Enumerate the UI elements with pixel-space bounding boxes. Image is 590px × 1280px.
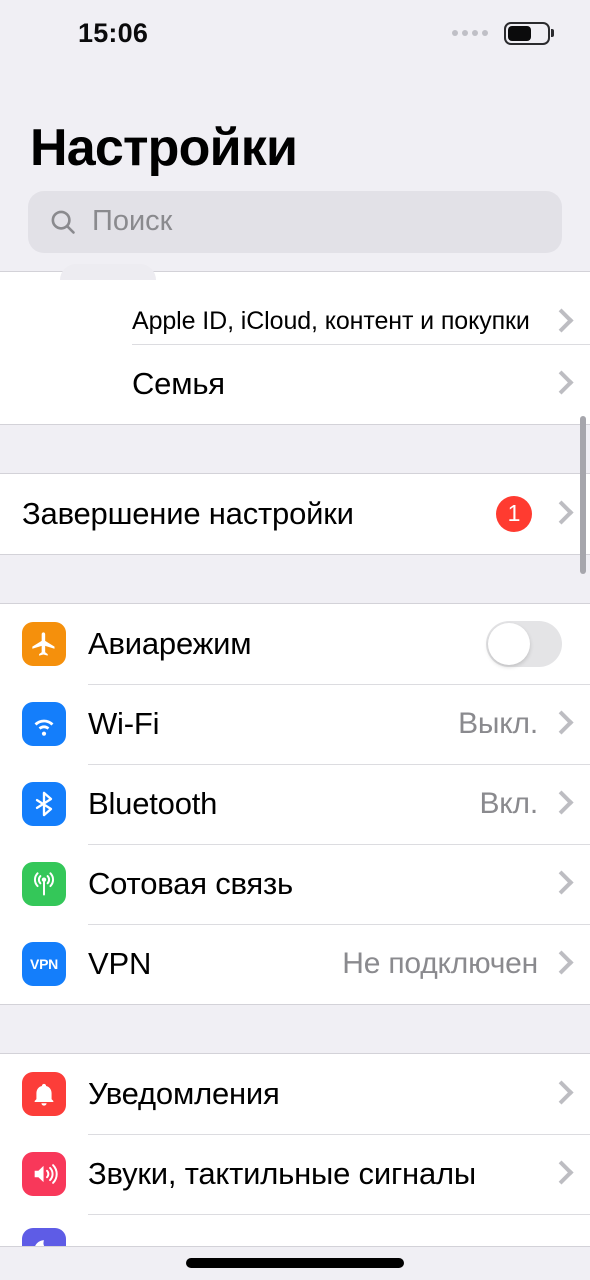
chevron-right-icon (552, 950, 568, 978)
bell-icon (22, 1071, 66, 1116)
chevron-right-icon (552, 1160, 568, 1188)
battery-icon (504, 21, 550, 45)
row-wifi-label: Wi-Fi (88, 705, 160, 741)
row-sounds-haptics-label: Звуки, тактильные сигналы (88, 1155, 476, 1191)
row-family[interactable]: Семья (0, 343, 590, 424)
airplane-mode-toggle[interactable] (486, 620, 562, 667)
status-bar: 15:06 (0, 0, 590, 66)
focus-icon (22, 1227, 66, 1246)
page-title: Настройки (30, 119, 298, 177)
row-finish-setup-label: Завершение настройки (22, 495, 354, 531)
section-connectivity: Авиарежим Wi-Fi Выкл. Bluetooth Вкл. Сот… (0, 602, 590, 1005)
navigation-bar: Настройки (0, 66, 590, 176)
cellular-icon (22, 861, 66, 906)
four-dots-signal-icon (452, 30, 488, 36)
chevron-right-icon (552, 500, 568, 528)
chevron-right-icon (552, 710, 568, 738)
airplane-icon (22, 621, 66, 666)
row-bluetooth-value: Вкл. (479, 786, 538, 820)
row-wifi-value: Выкл. (458, 706, 538, 740)
chevron-right-icon (552, 870, 568, 898)
chevron-right-icon (552, 790, 568, 818)
section-alerts: Уведомления Звуки, тактильные сигналы (0, 1052, 590, 1247)
row-vpn-label: VPN (88, 945, 152, 981)
vertical-scrollbar[interactable] (580, 415, 586, 574)
search-container: Поиск (0, 175, 590, 271)
section-account: Apple ID, iCloud, контент и покупки Семь… (0, 263, 590, 425)
row-apple-id[interactable]: Apple ID, iCloud, контент и покупки (0, 271, 590, 344)
chevron-right-icon (552, 308, 568, 336)
chevron-right-icon (552, 1080, 568, 1108)
bluetooth-icon (22, 781, 66, 826)
row-sounds-haptics[interactable]: Звуки, тактильные сигналы (0, 1133, 590, 1214)
row-vpn-value: Не подключен (342, 946, 538, 980)
section-gap (0, 424, 590, 473)
row-cellular-label: Сотовая связь (88, 865, 293, 901)
row-finish-setup[interactable]: Завершение настройки 1 (0, 473, 590, 554)
row-airplane-mode-label: Авиарежим (88, 625, 252, 661)
vpn-icon: VPN (22, 941, 66, 986)
row-apple-id-label: Apple ID, iCloud, контент и покупки (132, 306, 530, 335)
status-bar-time: 15:06 (78, 17, 149, 48)
row-family-label: Семья (132, 365, 225, 401)
status-badge: 1 (496, 495, 532, 532)
row-cellular[interactable]: Сотовая связь (0, 843, 590, 924)
chevron-right-icon (552, 370, 568, 398)
search-input[interactable]: Поиск (28, 190, 562, 253)
search-icon (48, 207, 78, 237)
row-vpn[interactable]: VPN VPN Не подключен (0, 923, 590, 1004)
row-wifi[interactable]: Wi-Fi Выкл. (0, 683, 590, 764)
settings-list[interactable]: Apple ID, iCloud, контент и покупки Семь… (0, 263, 590, 1247)
row-notifications[interactable]: Уведомления (0, 1053, 590, 1134)
speaker-icon (22, 1151, 66, 1196)
row-notifications-label: Уведомления (88, 1075, 280, 1111)
avatar (60, 263, 156, 280)
row-bluetooth-label: Bluetooth (88, 785, 218, 821)
section-gap (0, 554, 590, 603)
status-bar-indicators (452, 21, 550, 45)
search-placeholder: Поиск (92, 205, 173, 238)
section-gap (0, 1004, 590, 1053)
home-indicator (186, 1258, 404, 1268)
section-setup: Завершение настройки 1 (0, 472, 590, 555)
row-airplane-mode[interactable]: Авиарежим (0, 603, 590, 684)
row-bluetooth[interactable]: Bluetooth Вкл. (0, 763, 590, 844)
wifi-icon (22, 701, 66, 746)
row-focus[interactable] (0, 1213, 590, 1246)
